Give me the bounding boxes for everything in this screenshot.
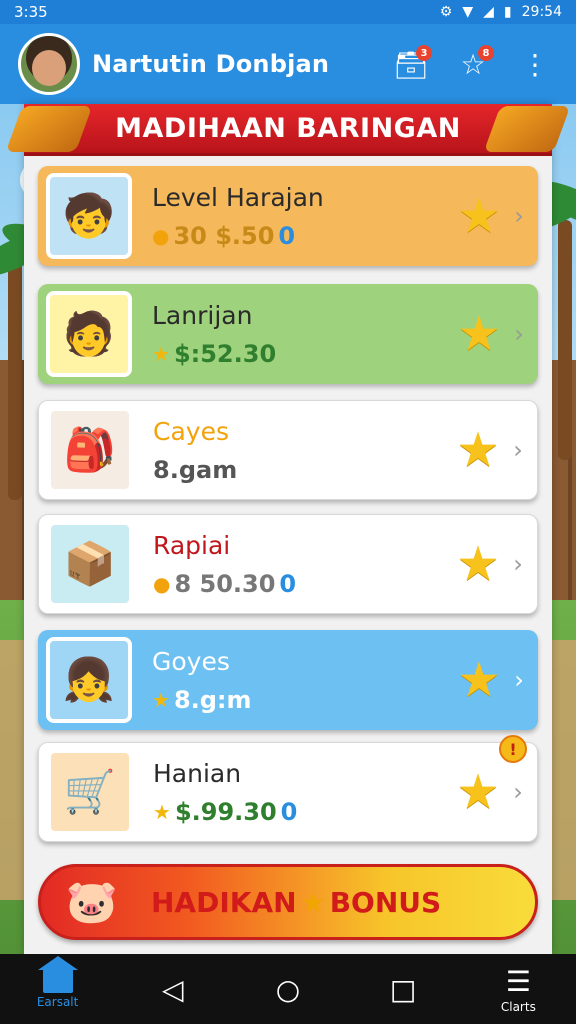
chevron-right-icon[interactable]: ›	[504, 202, 534, 230]
back-triangle-icon: ◁	[162, 972, 184, 1006]
list-menu-icon: ☰	[505, 964, 531, 998]
more-options-button[interactable]: ⋮	[512, 41, 558, 87]
bonus-button[interactable]: 🐷 HADIKAN ★ BONUS	[38, 864, 538, 940]
battery-icon: ▮	[503, 4, 512, 20]
reward-card[interactable]: 📦 Rapiai ● 8 50.30 0 ★ ›	[38, 514, 538, 614]
nav-menu[interactable]: ☰ Clarts	[478, 954, 558, 1024]
favorites-badge: 8	[478, 45, 494, 61]
card-title: Level Harajan	[152, 182, 324, 212]
small-star-icon: ★	[152, 687, 170, 712]
small-star-icon: ★	[153, 799, 171, 824]
signal-icon: ◢	[483, 4, 494, 20]
reward-card[interactable]: 🧑 Lanrijan ★ $:52.30 ★ ›	[38, 284, 538, 384]
user-name: Nartutin Donbjan	[92, 50, 330, 78]
card-title: Cayes	[153, 416, 229, 446]
status-bar: 3:35 ⚙ ▼ ◢ ▮ 29:54	[0, 0, 576, 24]
favorite-star-icon[interactable]: ★	[454, 655, 504, 705]
notifications-button[interactable]: 🗃 3	[388, 41, 434, 87]
more-vert-icon: ⋮	[521, 47, 549, 81]
bonus-label-right: BONUS	[329, 885, 442, 919]
favorite-star-icon[interactable]: ★	[453, 767, 503, 817]
card-value: 8 50.30	[174, 569, 276, 598]
nav-home[interactable]: Earsalt	[18, 954, 98, 1024]
home-circle-icon: ○	[275, 972, 301, 1006]
wifi-icon: ▼	[462, 4, 474, 20]
chevron-right-icon[interactable]: ›	[503, 550, 533, 578]
bonus-label-left: HADIKAN	[151, 885, 297, 919]
chevron-right-icon[interactable]: ›	[503, 778, 533, 806]
coin-icon: ●	[152, 223, 170, 248]
notifications-badge: 3	[416, 45, 432, 61]
card-value: 8.g:m	[173, 685, 252, 714]
favorite-star-icon[interactable]: ★	[454, 309, 504, 359]
banner-title: MADIHAAN BARINGAN	[115, 113, 461, 144]
avatar[interactable]	[18, 33, 80, 95]
chevron-right-icon[interactable]: ›	[503, 436, 533, 464]
nav-home-label: Earsalt	[36, 995, 79, 1009]
card-value-suffix: 0	[280, 797, 298, 826]
banner-left-decoration	[5, 106, 93, 152]
status-clock: 29:54	[521, 4, 562, 20]
card-value-suffix: 0	[278, 221, 296, 250]
home-icon	[37, 956, 78, 993]
reward-card[interactable]: 🛒 Hanian ★ $.99.30 0 ★ ›!	[38, 735, 538, 842]
reward-card[interactable]: 🧒 Level Harajan ● 30 $.50 0 ★ ›	[38, 166, 538, 266]
status-time: 3:35	[14, 3, 48, 21]
nav-home-circle[interactable]: ○	[248, 954, 328, 1024]
navigation-bar: Earsalt ◁ ○ □ ☰ Clarts	[0, 954, 576, 1024]
alert-badge-icon: !	[499, 735, 527, 763]
card-thumbnail-icon: 🎒	[47, 407, 133, 493]
nav-menu-label: Clarts	[500, 999, 536, 1014]
card-value: $.99.30	[174, 797, 277, 826]
settings-status-icon: ⚙	[439, 4, 453, 20]
card-title: Hanian	[153, 758, 242, 788]
chevron-right-icon[interactable]: ›	[504, 666, 534, 694]
card-thumbnail-icon: 📦	[47, 521, 133, 607]
card-value: 30 $.50	[173, 221, 275, 250]
reward-card[interactable]: 🎒 Cayes 8.gam ★ ›	[38, 400, 538, 500]
card-thumbnail-icon: 🧒	[46, 173, 132, 259]
banner: MADIHAAN BARINGAN	[5, 104, 571, 156]
favorite-star-icon[interactable]: ★	[454, 191, 504, 241]
card-value: $:52.30	[173, 339, 277, 368]
card-title: Lanrijan	[152, 300, 253, 330]
small-star-icon: ★	[152, 341, 170, 366]
app-bar: Nartutin Donbjan 🗃 3 ☆ 8 ⋮	[0, 24, 576, 104]
card-value: 8.gam	[153, 455, 238, 484]
favorite-star-icon[interactable]: ★	[453, 425, 503, 475]
card-title: Goyes	[152, 646, 230, 676]
favorite-star-icon[interactable]: ★	[453, 539, 503, 589]
bonus-label: HADIKAN ★ BONUS	[151, 886, 441, 919]
card-thumbnail-icon: 🛒	[47, 749, 133, 835]
rewards-panel: MADIHAAN BARINGAN 🧒 Level Harajan ● 30 $.50…	[5, 104, 571, 954]
nav-back[interactable]: ◁	[133, 954, 213, 1024]
recents-square-icon: □	[389, 972, 417, 1006]
piggy-icon: 🐷	[65, 877, 119, 926]
card-thumbnail-icon: 🧑	[46, 291, 132, 377]
chevron-right-icon[interactable]: ›	[504, 320, 534, 348]
card-thumbnail-icon: 👧	[46, 637, 132, 723]
card-title: Rapiai	[153, 530, 231, 560]
nav-recents[interactable]: □	[363, 954, 443, 1024]
reward-card[interactable]: 👧 Goyes ★ 8.g:m ★ ›	[38, 630, 538, 730]
card-value-suffix: 0	[279, 569, 297, 598]
favorites-button[interactable]: ☆ 8	[450, 41, 496, 87]
bonus-star-icon: ★	[300, 885, 326, 919]
coin-icon: ●	[153, 571, 171, 596]
